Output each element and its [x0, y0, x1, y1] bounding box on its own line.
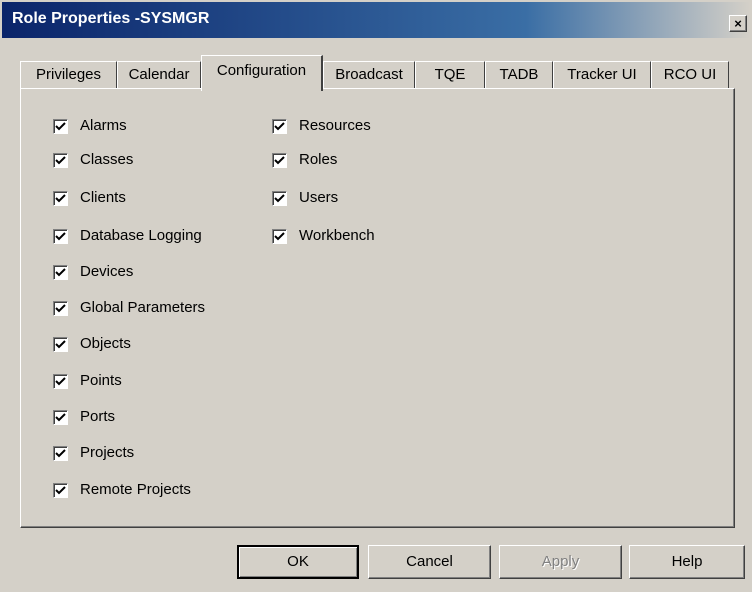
title-bar[interactable]: Role Properties -SYSMGR × — [2, 2, 750, 38]
tab-tqe[interactable]: TQE — [415, 61, 485, 89]
cancel-button[interactable]: Cancel — [368, 545, 491, 579]
checkbox-checked-icon — [272, 119, 287, 134]
window-title: Role Properties -SYSMGR — [12, 10, 210, 27]
checkbox-checked-icon — [53, 410, 68, 425]
checkbox-checked-icon — [53, 153, 68, 168]
checkbox-checked-icon — [53, 119, 68, 134]
close-button[interactable]: × — [729, 15, 747, 32]
role-properties-dialog: Role Properties -SYSMGR × Privileges Cal… — [0, 0, 752, 592]
checkbox-checked-icon — [53, 483, 68, 498]
checkbox-checked-icon — [53, 446, 68, 461]
tab-strip: Privileges Calendar Configuration Broadc… — [20, 53, 740, 93]
tab-tracker-ui[interactable]: Tracker UI — [553, 61, 651, 89]
checkbox-checked-icon — [53, 265, 68, 280]
checkbox-checked-icon — [53, 229, 68, 244]
checkbox-checked-icon — [53, 374, 68, 389]
tab-rco-ui[interactable]: RCO UI — [651, 61, 729, 89]
checkbox-checked-icon — [272, 191, 287, 206]
help-button[interactable]: Help — [629, 545, 745, 579]
apply-button[interactable]: Apply — [499, 545, 622, 579]
tab-privileges[interactable]: Privileges — [20, 61, 117, 89]
ok-button[interactable]: OK — [237, 545, 359, 579]
checkbox-checked-icon — [53, 191, 68, 206]
tab-tadb[interactable]: TADB — [485, 61, 553, 89]
checkbox-checked-icon — [53, 337, 68, 352]
checkbox-checked-icon — [272, 229, 287, 244]
close-icon: × — [734, 16, 742, 31]
tab-broadcast[interactable]: Broadcast — [323, 61, 415, 89]
tab-calendar[interactable]: Calendar — [117, 61, 201, 89]
checkbox-checked-icon — [272, 153, 287, 168]
tab-configuration[interactable]: Configuration — [201, 55, 323, 91]
checkbox-checked-icon — [53, 301, 68, 316]
